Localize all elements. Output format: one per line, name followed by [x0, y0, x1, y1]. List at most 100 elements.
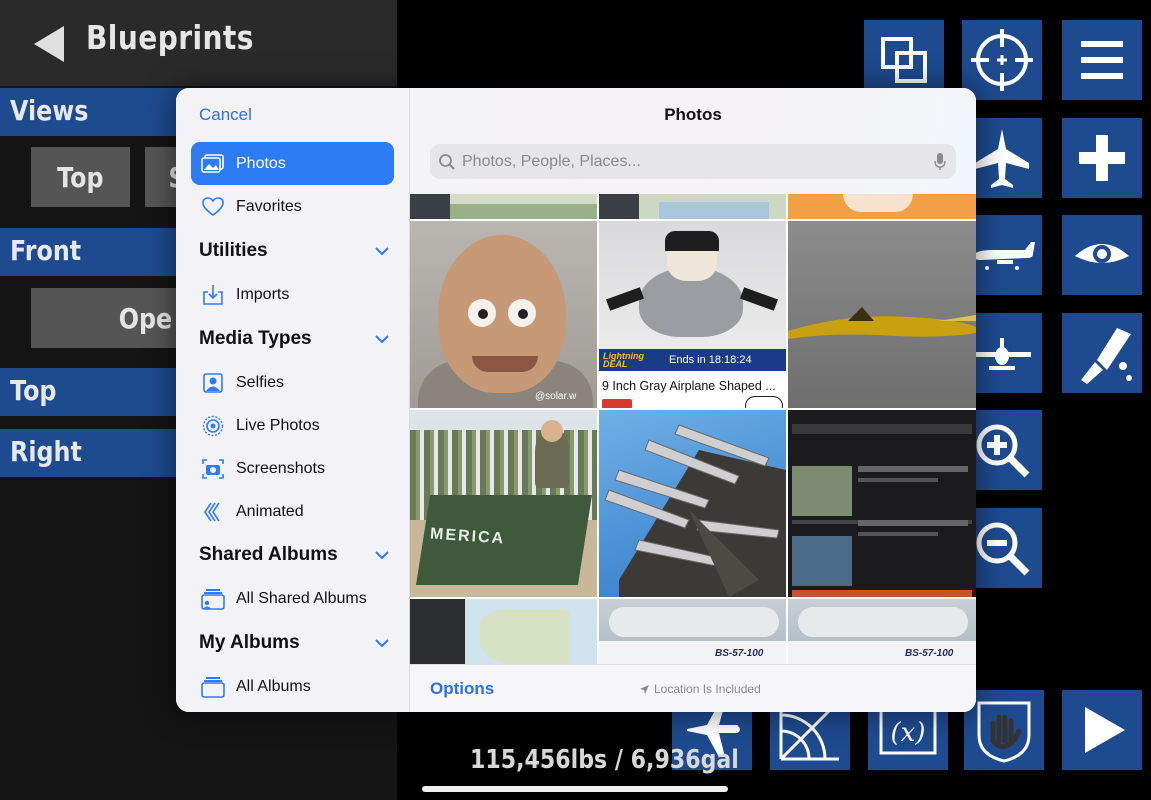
- menu-button[interactable]: [1062, 20, 1142, 100]
- section-header-label: Utilities: [199, 240, 268, 261]
- shared-albums-header[interactable]: Shared Albums: [199, 544, 389, 566]
- top-view-button[interactable]: Top: [31, 147, 130, 207]
- product-photo-thumbnail[interactable]: Lightning DEAL Ends in 18:18:24 9 Inch G…: [599, 221, 786, 408]
- photo-thumbnail[interactable]: [599, 410, 786, 597]
- photo-thumbnail[interactable]: [788, 221, 976, 408]
- heart-icon: [201, 195, 225, 219]
- search-icon: [439, 153, 455, 170]
- sidebar-item-label: All Shared Albums: [236, 589, 367, 607]
- header-bar: Blueprints: [0, 0, 397, 86]
- section-header-label: Media Types: [199, 328, 312, 349]
- photo-picker: Cancel Photos Favorites Utilities Import…: [176, 88, 976, 712]
- screenshot-icon: [201, 457, 225, 481]
- media-types-header[interactable]: Media Types: [199, 328, 389, 350]
- cancel-button[interactable]: Cancel: [199, 105, 252, 125]
- search-input[interactable]: [462, 152, 922, 171]
- photo-thumbnail[interactable]: [788, 194, 976, 219]
- photo-thumbnail[interactable]: BS-57-100: [788, 599, 976, 664]
- sidebar-item-photos[interactable]: Photos: [191, 142, 394, 185]
- sidebar-item-label: All Albums: [236, 677, 311, 695]
- sidebar-item-selfies[interactable]: Selfies: [191, 361, 394, 404]
- sidebar-item-label: Screenshots: [236, 459, 325, 477]
- add-button[interactable]: [1062, 118, 1142, 198]
- deal-badge: Lightning DEAL: [603, 351, 644, 369]
- sidebar-item-animated[interactable]: Animated: [191, 490, 394, 533]
- photo-thumbnail[interactable]: [410, 599, 597, 664]
- golden-aircraft-render: [788, 307, 976, 339]
- plus-icon: [1079, 135, 1125, 181]
- photo-watermark: @solar.w: [535, 391, 577, 402]
- shield-button[interactable]: [964, 690, 1044, 770]
- sidebar-item-label: Imports: [236, 285, 290, 303]
- sidebar-item-all-shared-albums[interactable]: All Shared Albums: [191, 577, 394, 620]
- back-arrow-icon[interactable]: [30, 24, 70, 64]
- utilities-header[interactable]: Utilities: [199, 240, 389, 262]
- albums-icon: [201, 675, 225, 699]
- picker-toolbar: Options Location Is Included: [410, 664, 976, 712]
- product-caption: 9 Inch Gray Airplane Shaped ...: [602, 379, 776, 393]
- import-icon: [201, 283, 225, 307]
- home-indicator[interactable]: [422, 786, 728, 792]
- photo-thumbnail[interactable]: MERICA: [410, 410, 597, 597]
- photo-thumbnail[interactable]: [788, 410, 976, 597]
- play-icon: [1085, 707, 1125, 753]
- sidebar-item-label: Live Photos: [236, 416, 320, 434]
- photo-thumbnail[interactable]: [410, 194, 597, 219]
- animated-icon: [201, 500, 225, 524]
- sidebar-item-imports[interactable]: Imports: [191, 273, 394, 316]
- microphone-icon[interactable]: [934, 152, 946, 171]
- paint-brush-icon: [1081, 328, 1132, 384]
- location-note: Location Is Included: [640, 682, 761, 696]
- paint-button[interactable]: [1062, 313, 1142, 393]
- photo-content: Photos Photos, People, Places... @solar.…: [410, 88, 976, 712]
- photos-icon: [201, 152, 225, 176]
- content-title: Photos: [664, 105, 722, 124]
- hamburger-icon: [1081, 41, 1123, 79]
- sidebar-item-all-albums[interactable]: All Albums: [191, 665, 394, 708]
- photo-thumbnail[interactable]: @solar.w: [410, 221, 597, 408]
- airliner-side-icon: [971, 242, 1035, 270]
- page-title: Blueprints: [86, 18, 254, 57]
- crosshair-icon: [971, 29, 1033, 91]
- live-photo-icon: [201, 414, 225, 438]
- overlap-squares-icon: [881, 37, 927, 83]
- sidebar-item-label: Selfies: [236, 373, 285, 391]
- jet-icon: [975, 129, 1029, 188]
- sidebar-item-live-photos[interactable]: Live Photos: [191, 404, 394, 447]
- selfie-icon: [201, 371, 225, 395]
- section-label: Front: [10, 234, 82, 267]
- section-label: Top: [10, 374, 57, 407]
- search-bar[interactable]: [430, 144, 956, 179]
- missile-jet-render: [604, 424, 786, 597]
- my-albums-header[interactable]: My Albums: [199, 632, 389, 654]
- sidebar-item-label: Photos: [236, 154, 286, 172]
- sidebar-item-label: Animated: [236, 502, 304, 520]
- weight-readout: 115,456lbs / 6,936gal: [470, 745, 739, 775]
- svg-text:(x): (x): [891, 718, 926, 748]
- location-note-text: Location Is Included: [654, 682, 761, 696]
- picker-sidebar: Cancel Photos Favorites Utilities Import…: [176, 88, 410, 712]
- chevron-down-icon: [375, 246, 389, 255]
- prop-plane-icon: [973, 338, 1031, 370]
- photo-thumbnail[interactable]: BS-57-100: [599, 599, 786, 664]
- sidebar-item-favorites[interactable]: Favorites: [191, 185, 394, 228]
- sidebar-item-screenshots[interactable]: Screenshots: [191, 447, 394, 490]
- model-label: BS-57-100: [905, 648, 954, 659]
- open-button[interactable]: Ope: [31, 288, 181, 348]
- zoom-in-icon: [976, 424, 1030, 478]
- chevron-down-icon: [375, 638, 389, 647]
- chevron-down-icon: [375, 334, 389, 343]
- sidebar-item-label: Favorites: [236, 197, 302, 215]
- chevron-down-icon: [375, 550, 389, 559]
- location-arrow-icon: [640, 684, 649, 694]
- options-button[interactable]: Options: [430, 679, 494, 699]
- play-button[interactable]: [1062, 690, 1142, 770]
- deal-timer: Ends in 18:18:24: [669, 354, 752, 366]
- model-label: BS-57-100: [715, 648, 764, 659]
- visibility-button[interactable]: [1062, 215, 1142, 295]
- content-header: Photos: [410, 88, 976, 194]
- photo-thumbnail[interactable]: [599, 194, 786, 219]
- shared-albums-icon: [201, 587, 225, 611]
- section-header-label: My Albums: [199, 632, 300, 653]
- zoom-out-icon: [976, 522, 1030, 576]
